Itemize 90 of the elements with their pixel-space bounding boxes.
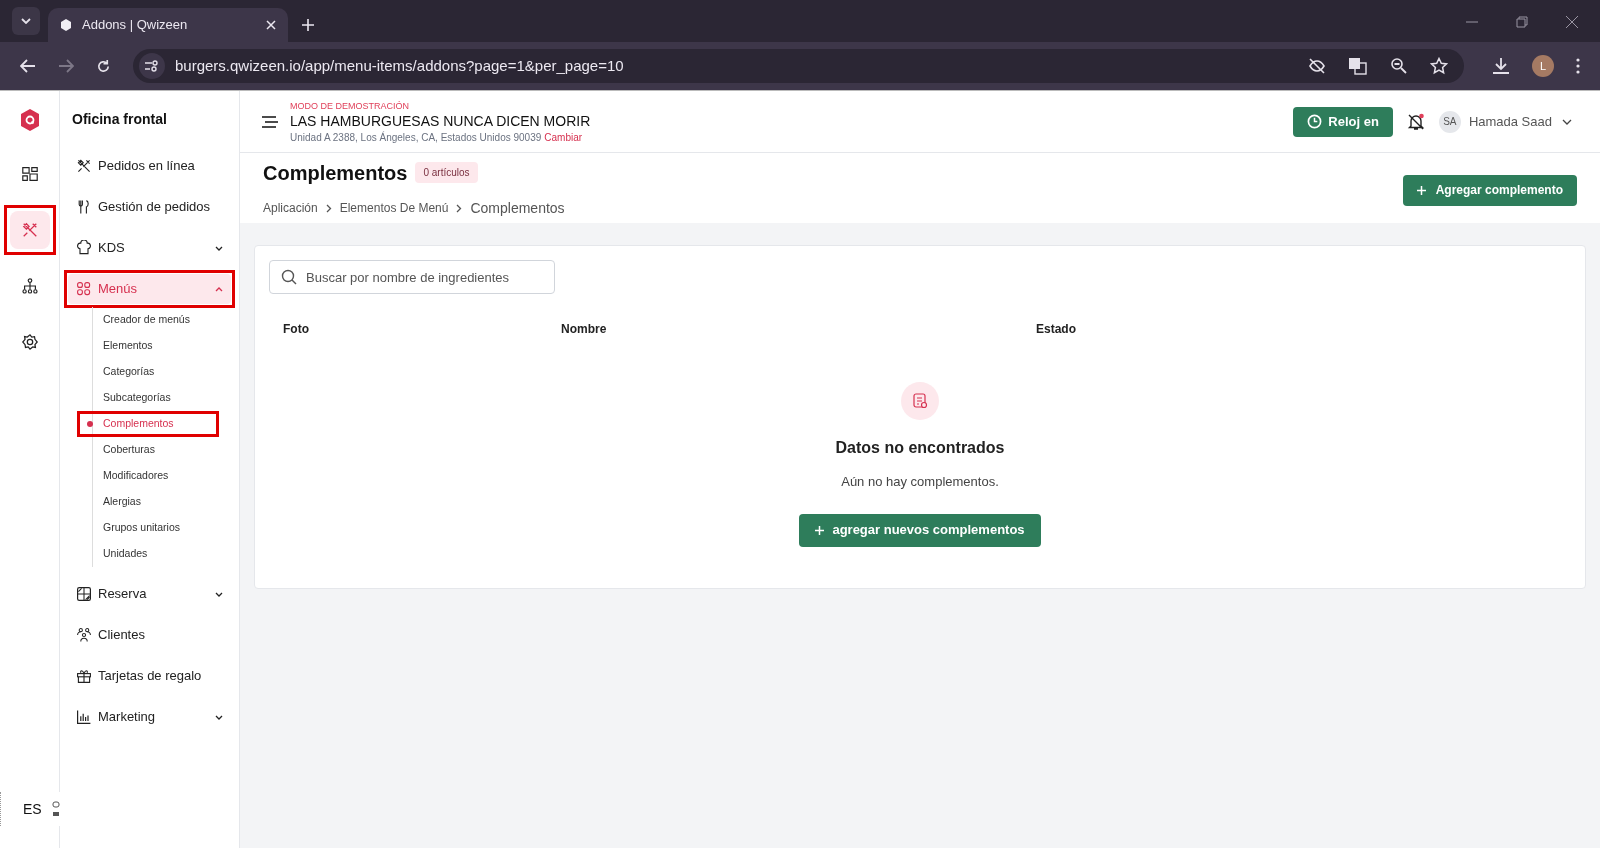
tab-title: Addons | Qwizeen (82, 16, 189, 35)
toggle-icon[interactable] (51, 800, 60, 818)
more-icon[interactable] (1576, 58, 1580, 74)
chevron-down-icon (21, 18, 31, 24)
chevron-down-icon (215, 591, 223, 597)
close-icon[interactable] (266, 20, 276, 30)
gift-icon (76, 668, 92, 684)
breadcrumb[interactable]: Elementos De Menú (339, 199, 449, 217)
submenu-item[interactable]: Modificadores (103, 468, 169, 484)
plus-icon (815, 525, 825, 535)
chevron-right-icon (325, 203, 332, 213)
bell-off-icon[interactable] (1406, 112, 1425, 131)
download-icon[interactable] (1492, 57, 1510, 75)
dashboard-icon (20, 165, 39, 183)
column-header: Foto (283, 322, 309, 336)
chevron-down-icon (215, 714, 223, 720)
user-name[interactable]: Hamada Saad (1468, 111, 1552, 132)
change-link[interactable]: Cambiar (544, 130, 583, 144)
fork-knife-icon (76, 158, 92, 174)
hexagon-icon (60, 19, 72, 31)
browser-tab[interactable]: Addons | Qwizeen (48, 8, 288, 42)
sidebar-item[interactable]: Clientes (68, 620, 231, 650)
add-addon-button[interactable]: Agregar complemento (1402, 174, 1577, 206)
restaurant-address: Unidad A 2388, Los Ángeles, CA, Estados Unidos 90039 (290, 130, 542, 144)
translate-icon[interactable] (1348, 57, 1368, 75)
address-bar[interactable]: burgers.qwizeen.io/app/menu-items/addons?page=1&per_page=10 (133, 49, 1464, 83)
empty-list-icon (901, 382, 939, 420)
restore-icon[interactable] (1516, 16, 1528, 28)
chevron-right-icon (456, 203, 463, 213)
search-icon (281, 269, 297, 285)
submenu-item[interactable]: Grupos unitarios (103, 520, 181, 536)
sidebar-item[interactable]: Tarjetas de regalo (68, 661, 231, 691)
back-icon[interactable] (20, 59, 36, 73)
chef-hat-icon (76, 240, 92, 256)
new-tab-icon[interactable] (302, 19, 314, 31)
fork-spoon-icon (76, 199, 92, 215)
chevron-down-icon (215, 245, 223, 251)
sidebar-item[interactable]: Pedidos en línea (68, 151, 231, 181)
item-count-badge: 0 artículos (415, 162, 478, 183)
chevron-down-icon[interactable] (1562, 118, 1572, 125)
add-new-addons-button[interactable]: agregar nuevos complementos (799, 513, 1041, 547)
language-selector[interactable]: ES (23, 798, 42, 820)
url-text: burgers.qwizeen.io/app/menu-items/addons?page=1&per_page=10 (175, 55, 625, 76)
settings-icon (20, 333, 39, 351)
reload-icon[interactable] (96, 58, 111, 74)
sidebar-item[interactable]: Marketing (68, 702, 231, 732)
submenu-item[interactable]: Complementos (103, 416, 174, 432)
clock-icon (1307, 114, 1323, 129)
hierarchy-icon (20, 277, 39, 295)
submenu-item[interactable]: Creador de menús (103, 312, 190, 328)
grid-icon (76, 281, 92, 297)
sidebar-title: Oficina frontal (72, 110, 168, 129)
menu-icon[interactable] (262, 115, 278, 128)
star-icon[interactable] (1430, 57, 1448, 75)
column-header: Estado (1036, 322, 1076, 336)
submenu-item[interactable]: Alergias (103, 494, 141, 510)
fork-knife-icon (20, 221, 39, 239)
tab-list-button[interactable] (12, 7, 40, 35)
eye-off-icon[interactable] (1308, 57, 1326, 75)
submenu-item[interactable]: Unidades (103, 546, 148, 562)
breadcrumb: Complementos (470, 198, 565, 218)
empty-state-message: Aún no hay complementos. (841, 473, 999, 491)
restaurant-name: LAS HAMBURGUESAS NUNCA DICEN MORIR (290, 111, 591, 131)
forward-icon[interactable] (58, 59, 74, 73)
close-window-icon[interactable] (1566, 16, 1578, 28)
page-title: Complementos (263, 160, 408, 186)
search-field[interactable]: Buscar por nombre de ingredientes (269, 260, 555, 294)
sidebar-item[interactable]: KDS (68, 233, 231, 263)
table-icon (76, 586, 92, 602)
sidebar-item[interactable]: Reserva (68, 579, 231, 609)
chevron-up-icon (215, 286, 223, 292)
submenu-item[interactable]: Elementos (103, 338, 153, 354)
column-header: Nombre (561, 322, 607, 336)
submenu-item[interactable]: Subcategorías (103, 390, 171, 406)
logo-icon[interactable] (19, 109, 40, 131)
demo-mode-label: MODO DE DEMOSTRACIÓN (290, 99, 410, 112)
site-info-icon[interactable] (139, 53, 165, 79)
user-avatar[interactable]: SA (1438, 110, 1461, 133)
breadcrumb[interactable]: Aplicación (263, 199, 318, 217)
clock-in-button[interactable]: Reloj en (1293, 106, 1393, 137)
sidebar-item[interactable]: Menús (68, 274, 231, 304)
profile-avatar[interactable]: L (1532, 55, 1554, 77)
empty-state-title: Datos no encontrados (835, 438, 1005, 458)
zoom-out-icon[interactable] (1390, 57, 1408, 75)
plus-icon (1416, 185, 1426, 195)
people-icon (76, 627, 92, 643)
bar-chart-icon (76, 709, 92, 725)
submenu-item[interactable]: Coberturas (103, 442, 155, 458)
sidebar-item[interactable]: Gestión de pedidos (68, 192, 231, 222)
submenu-item[interactable]: Categorías (103, 364, 155, 380)
